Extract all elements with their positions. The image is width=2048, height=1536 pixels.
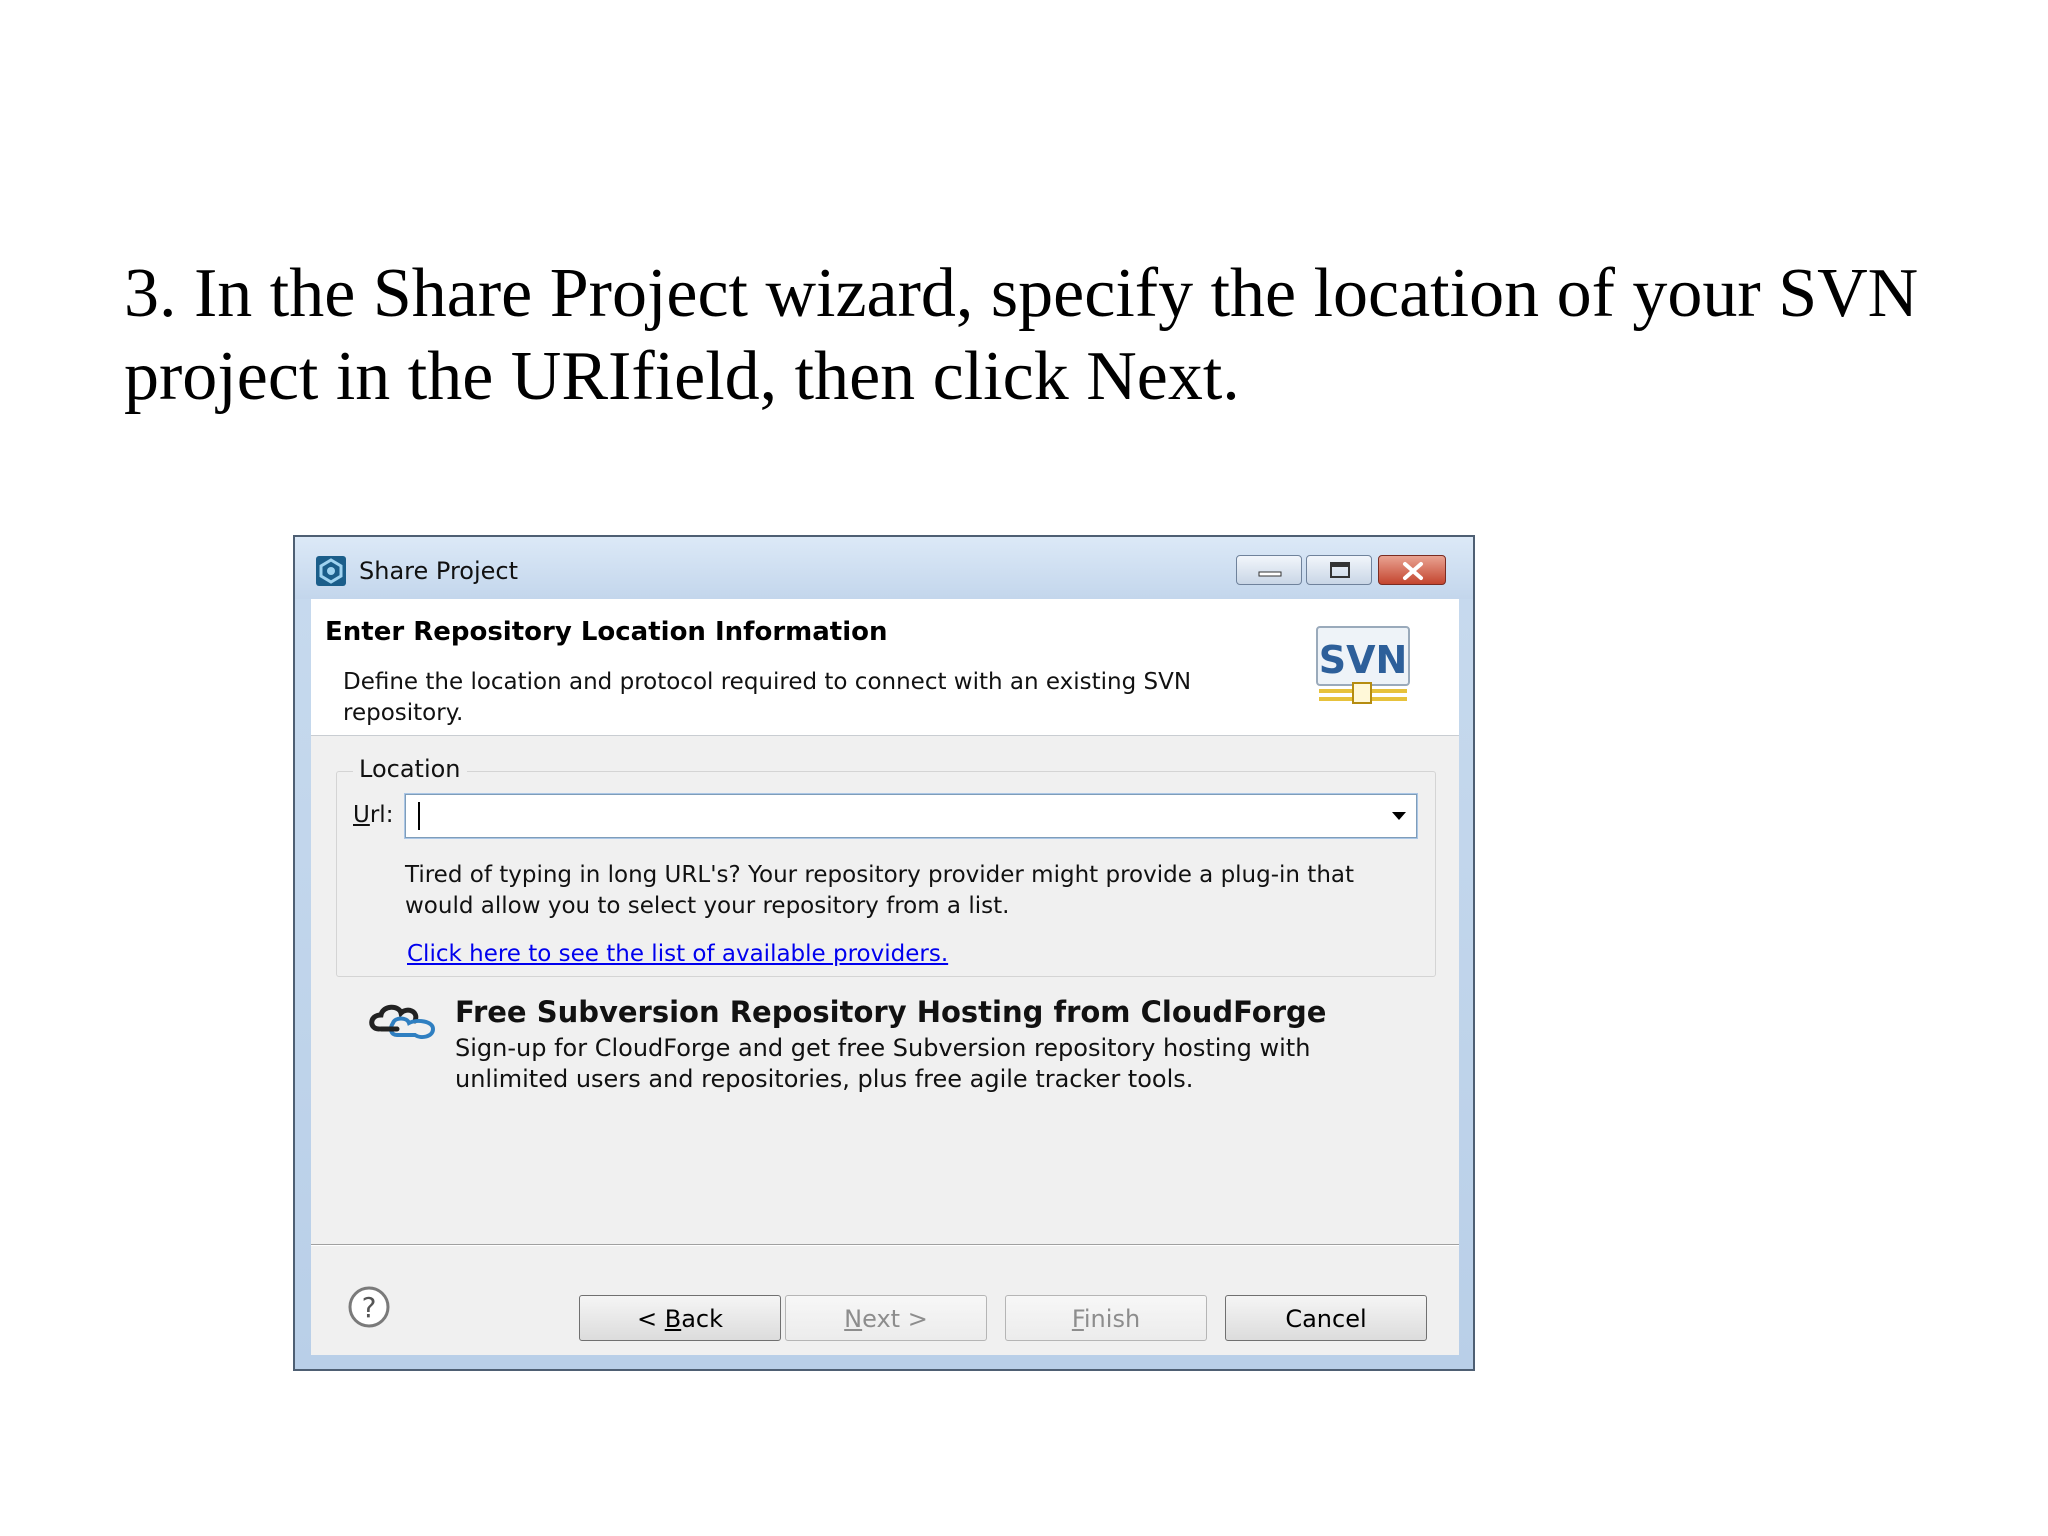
finish-mnemonic: F (1071, 1305, 1084, 1333)
next-button[interactable]: Next > (785, 1295, 987, 1341)
next-label: ext > (862, 1305, 928, 1333)
location-group-label: Location (353, 755, 467, 783)
cancel-button[interactable]: Cancel (1225, 1295, 1427, 1341)
url-label: Url: (353, 802, 393, 828)
window-title: Share Project (359, 557, 518, 585)
banner-description: Define the location and protocol require… (343, 669, 1192, 726)
providers-link[interactable]: Click here to see the list of available … (407, 941, 948, 967)
finish-label: inish (1083, 1305, 1141, 1333)
close-icon (1403, 562, 1423, 580)
url-combobox[interactable] (404, 793, 1418, 839)
minimize-icon (1258, 571, 1282, 577)
text-cursor (418, 802, 420, 830)
svn-logo-icon: SVN (1316, 626, 1410, 704)
url-input[interactable] (412, 799, 1366, 835)
dropdown-arrow-icon[interactable] (1392, 812, 1406, 820)
instruction-line-1: 3. In the Share Project wizard, specify … (124, 255, 1919, 332)
providers-hint: Tired of typing in long URL's? Your repo… (405, 862, 1355, 919)
minimize-button[interactable] (1236, 555, 1302, 585)
share-project-dialog: Share Project Enter Repository Location … (293, 535, 1475, 1371)
finish-button[interactable]: Finish (1005, 1295, 1207, 1341)
cloudforge-title[interactable]: Free Subversion Repository Hosting from … (455, 995, 1326, 1029)
maximize-button[interactable] (1306, 555, 1372, 585)
eclipse-app-icon (316, 556, 346, 586)
back-prefix: < (636, 1305, 665, 1333)
help-icon[interactable]: ? (347, 1285, 391, 1329)
wizard-banner: Enter Repository Location Information De… (311, 599, 1459, 736)
cloudforge-icon[interactable] (367, 999, 441, 1043)
url-label-mnemonic: U (353, 802, 370, 828)
slide-instruction: 3. In the Share Project wizard, specify … (124, 252, 1964, 418)
svg-text:?: ? (362, 1291, 377, 1324)
back-label: ack (681, 1305, 724, 1333)
back-mnemonic: B (664, 1305, 682, 1333)
close-button[interactable] (1378, 555, 1446, 585)
button-bar-separator (311, 1244, 1459, 1246)
next-mnemonic: N (844, 1305, 863, 1333)
title-bar[interactable]: Share Project (295, 537, 1473, 599)
instruction-line-2: project in the URIfield, then click Next… (124, 338, 1240, 415)
dialog-content: Enter Repository Location Information De… (311, 599, 1459, 1355)
cloudforge-description: Sign-up for CloudForge and get free Subv… (455, 1034, 1311, 1093)
svg-text:SVN: SVN (1319, 638, 1408, 682)
back-button[interactable]: < Back (579, 1295, 781, 1341)
location-group: Location Url: Tired of typing in long UR… (336, 755, 1436, 977)
banner-title: Enter Repository Location Information (325, 617, 888, 647)
url-label-rest: rl: (369, 802, 394, 828)
maximize-icon (1330, 562, 1350, 578)
